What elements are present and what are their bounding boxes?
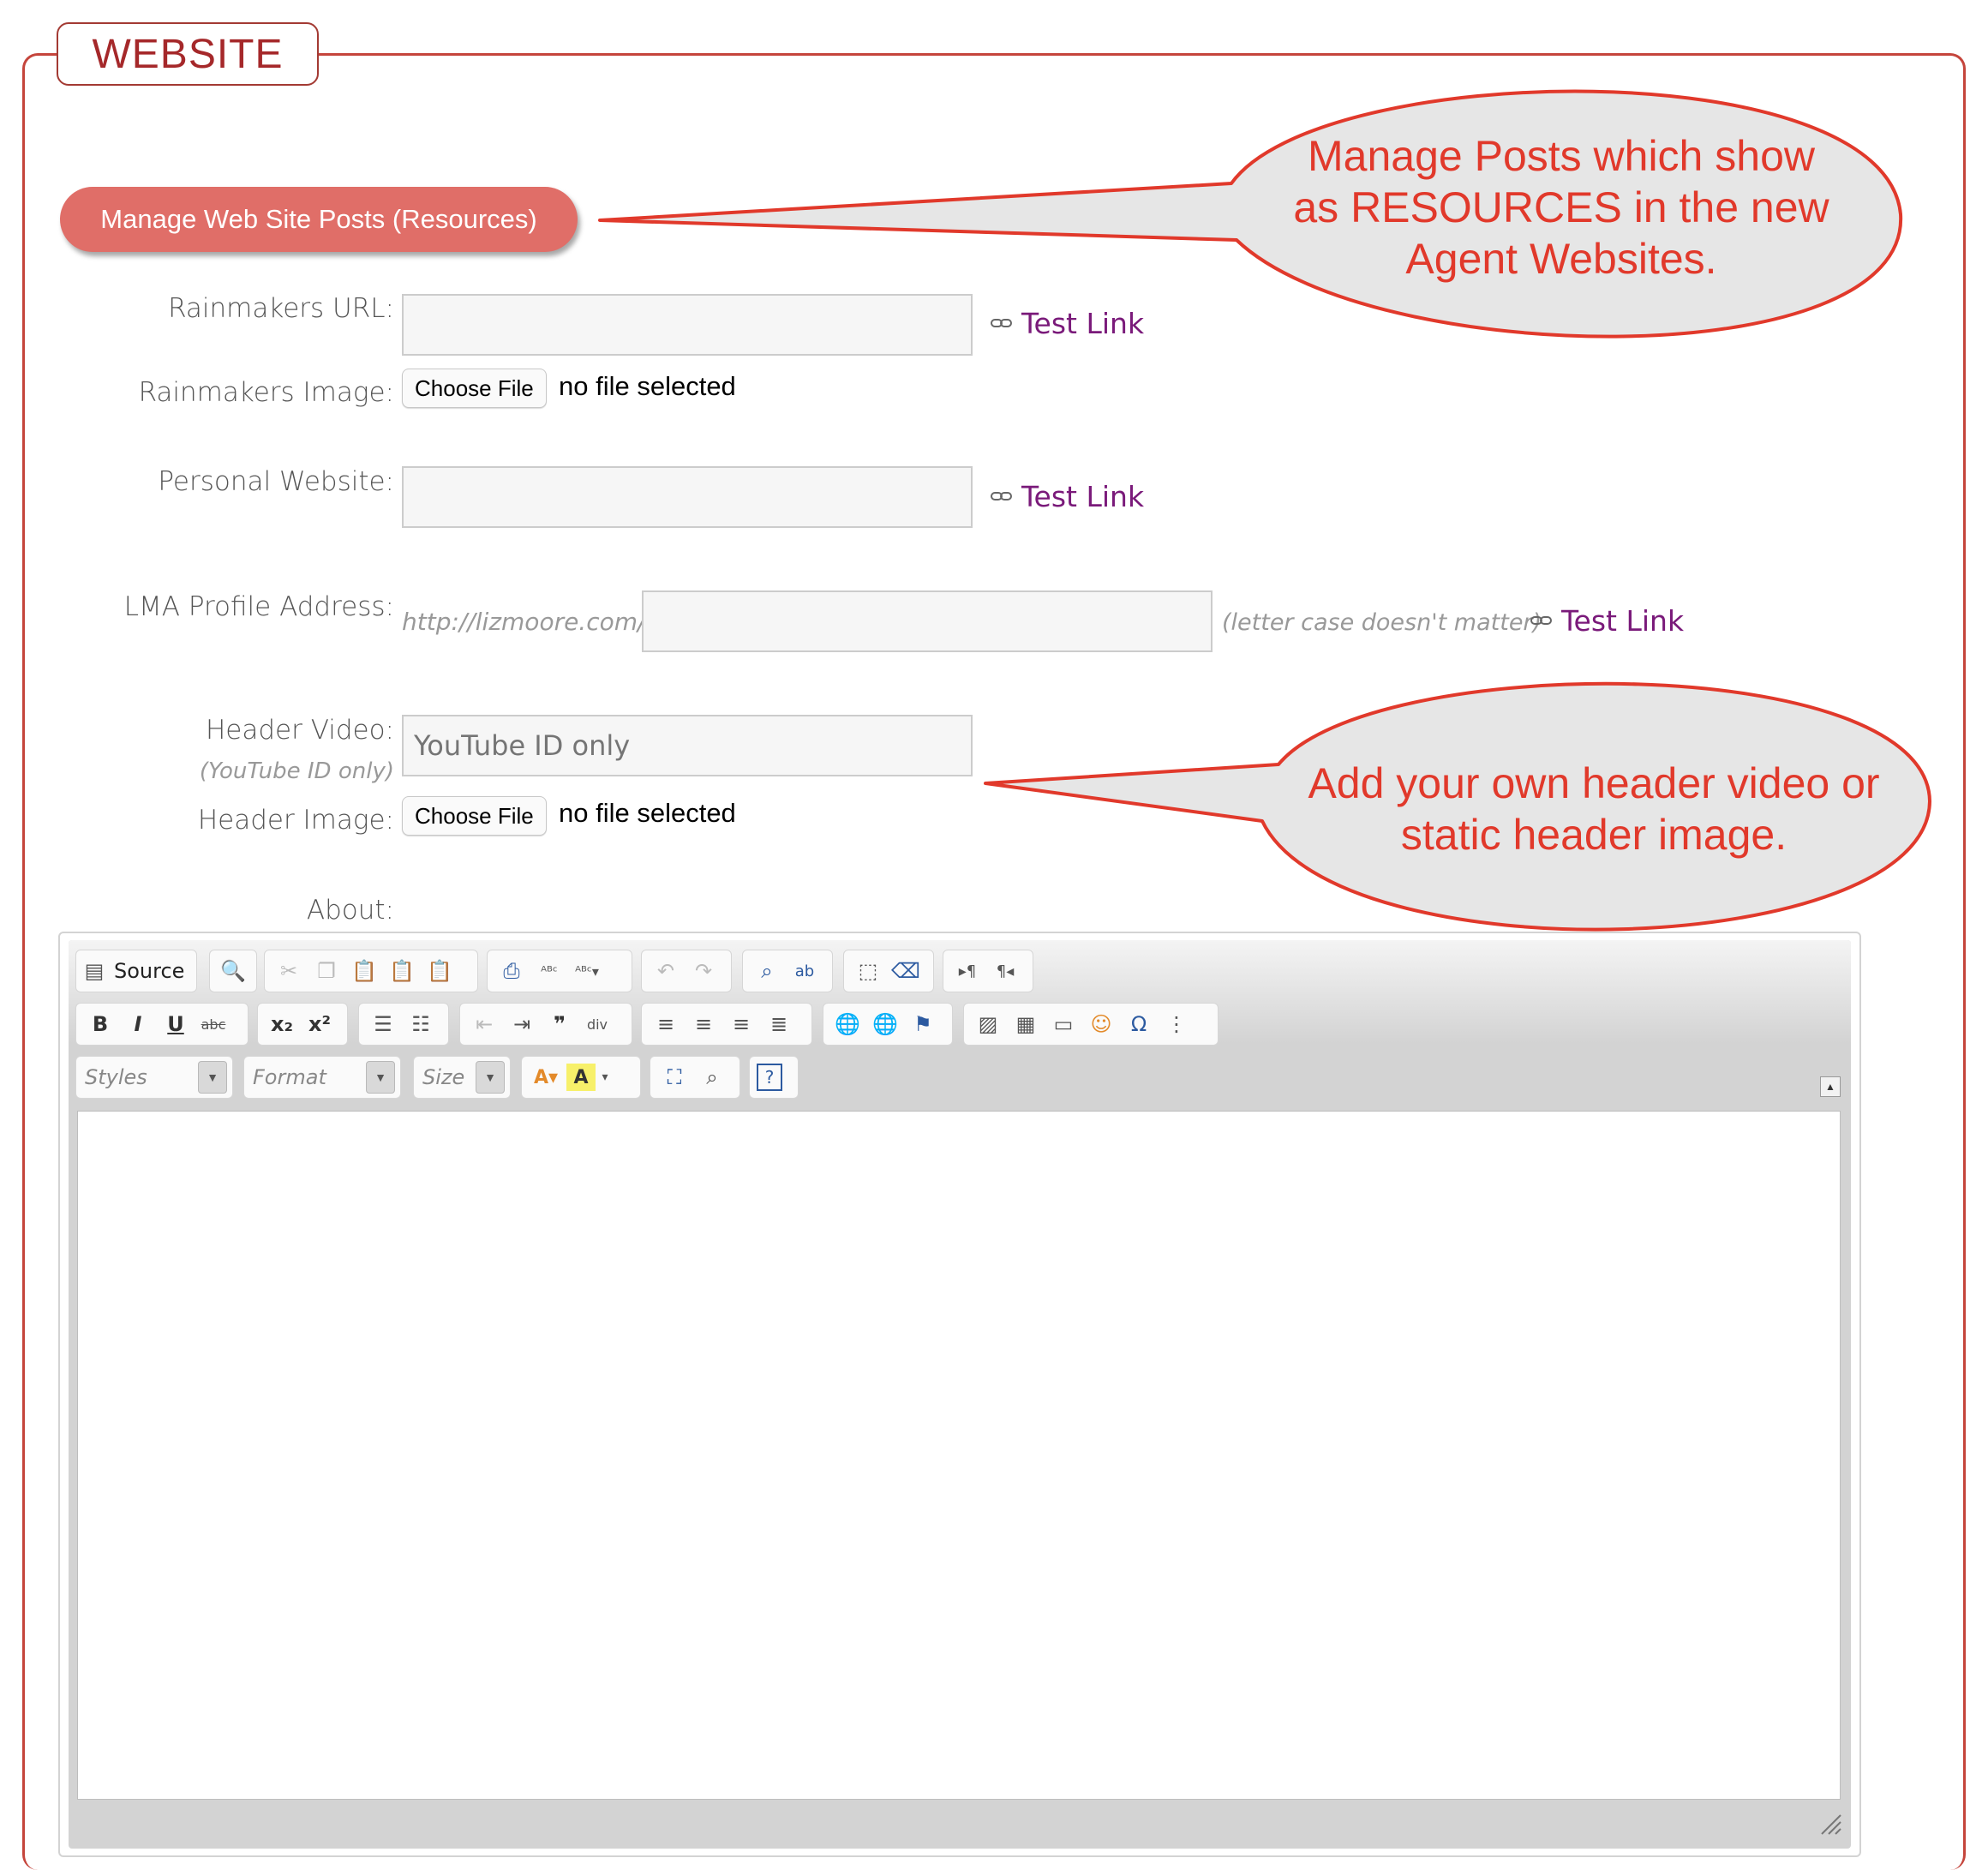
show-blocks-icon[interactable]: ⌕ — [695, 1060, 729, 1094]
resize-grip-icon[interactable] — [1818, 1812, 1842, 1836]
align-left-icon[interactable]: ≡ — [649, 1007, 683, 1041]
chevron-down-icon[interactable]: ▾ — [599, 1060, 611, 1094]
smiley-icon[interactable]: ☺ — [1084, 1007, 1118, 1041]
list-group: ☰ ☷ — [358, 1003, 449, 1046]
format-combo-text: Format — [253, 1065, 326, 1089]
editor-content-area[interactable] — [77, 1111, 1841, 1800]
page-break-icon[interactable]: ⋮ — [1159, 1007, 1194, 1041]
callout-posts-line: Agent Websites. — [1405, 235, 1717, 283]
callout-posts-line: Manage Posts which show — [1308, 132, 1815, 180]
link-group: 🌐 🌐 ⚑ — [823, 1003, 953, 1046]
numbered-list-icon[interactable]: ☰ — [366, 1007, 400, 1041]
collapse-toolbar-icon[interactable]: ▲ — [1820, 1076, 1841, 1097]
callout-posts-text: Manage Posts which show as RESOURCES in … — [1270, 130, 1853, 285]
chevron-down-icon: ▼ — [198, 1061, 227, 1094]
chevron-down-icon: ▼ — [366, 1061, 395, 1094]
color-group: A▾ A ▾ — [521, 1056, 641, 1099]
size-combo[interactable]: Size ▼ — [413, 1056, 511, 1099]
indent-group: ⇤ ⇥ ❞ div — [459, 1003, 632, 1046]
bold-icon[interactable]: B — [83, 1007, 117, 1041]
image-icon[interactable]: ▨ — [971, 1007, 1005, 1041]
anchor-flag-icon[interactable]: ⚑ — [906, 1007, 940, 1041]
basic-style-group: B I U abc — [75, 1003, 248, 1046]
help-group: ? — [749, 1056, 799, 1099]
underline-icon[interactable]: U — [159, 1007, 193, 1041]
callout-header-text: Add your own header video or static head… — [1285, 758, 1902, 860]
strike-icon[interactable]: abc — [196, 1007, 231, 1041]
chevron-down-icon: ▼ — [476, 1061, 505, 1094]
callout-header-line: static header image. — [1400, 811, 1787, 859]
align-center-icon[interactable]: ≡ — [686, 1007, 721, 1041]
insert-group: ▨ ▦ ▭ ☺ Ω ⋮ — [963, 1003, 1219, 1046]
help-icon[interactable]: ? — [757, 1064, 782, 1091]
styles-combo-text: Styles — [85, 1065, 147, 1089]
script-group: x₂ x² — [257, 1003, 348, 1046]
tools-group: ⛶ ⌕ — [650, 1056, 740, 1099]
align-justify-icon[interactable]: ≣ — [762, 1007, 796, 1041]
special-char-omega-icon[interactable]: Ω — [1122, 1007, 1156, 1041]
table-icon[interactable]: ▦ — [1009, 1007, 1043, 1041]
insert-link-icon[interactable]: 🌐 — [830, 1007, 865, 1041]
align-right-icon[interactable]: ≡ — [724, 1007, 758, 1041]
unlink-icon[interactable]: 🌐 — [868, 1007, 902, 1041]
align-group: ≡ ≡ ≡ ≣ — [641, 1003, 812, 1046]
blockquote-icon[interactable]: ❞ — [542, 1007, 577, 1041]
div-icon[interactable]: div — [580, 1007, 614, 1041]
horizontal-rule-icon[interactable]: ▭ — [1046, 1007, 1081, 1041]
callout-posts-line: as RESOURCES in the new — [1293, 183, 1829, 231]
indent-icon[interactable]: ⇥ — [505, 1007, 539, 1041]
format-combo[interactable]: Format ▼ — [243, 1056, 401, 1099]
text-color-icon[interactable]: A▾ — [529, 1060, 563, 1094]
styles-combo[interactable]: Styles ▼ — [75, 1056, 233, 1099]
bulleted-list-icon[interactable]: ☷ — [404, 1007, 438, 1041]
source-label: Source — [114, 959, 185, 983]
italic-icon[interactable]: I — [121, 1007, 155, 1041]
outdent-icon[interactable]: ⇤ — [467, 1007, 501, 1041]
maximize-icon[interactable]: ⛶ — [657, 1060, 692, 1094]
size-combo-text: Size — [422, 1065, 465, 1089]
superscript-icon[interactable]: x² — [302, 1007, 337, 1041]
callout-header-line: Add your own header video or — [1308, 759, 1880, 807]
subscript-icon[interactable]: x₂ — [265, 1007, 299, 1041]
background-color-icon[interactable]: A — [566, 1064, 596, 1091]
